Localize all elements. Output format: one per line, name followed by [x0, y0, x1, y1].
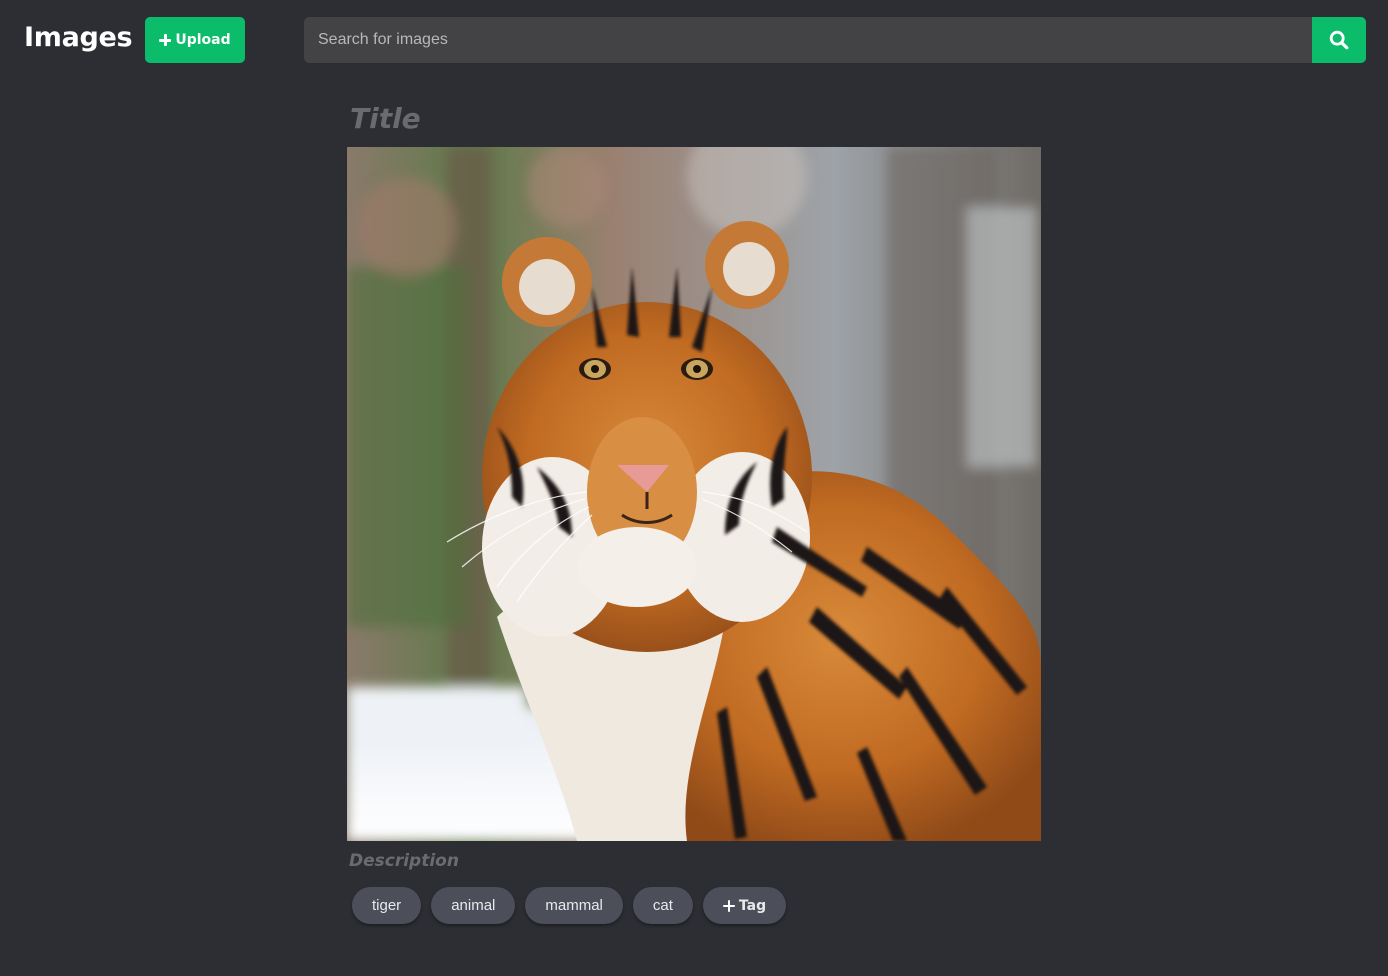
tag-chip[interactable]: mammal: [525, 887, 623, 924]
add-tag-label: Tag: [738, 897, 767, 914]
upload-button[interactable]: Upload: [145, 17, 245, 63]
tiger-photo: [347, 147, 1041, 841]
upload-button-label: Upload: [175, 32, 231, 48]
tag-chip[interactable]: animal: [431, 887, 516, 924]
add-tag-button[interactable]: Tag: [702, 887, 787, 924]
search-input[interactable]: [304, 17, 1312, 63]
plus-icon: [722, 899, 735, 912]
tag-list: tiger animal mammal cat Tag: [352, 887, 787, 924]
app-title[interactable]: Images: [24, 22, 133, 53]
top-bar: Images Upload: [0, 0, 1388, 80]
search-bar: [304, 17, 1366, 63]
plus-icon: [159, 34, 172, 46]
image-description-field[interactable]: Description: [349, 851, 459, 871]
image-title-field[interactable]: Title: [350, 102, 421, 135]
tag-chip[interactable]: cat: [632, 887, 693, 924]
search-icon: [1329, 30, 1349, 50]
tag-chip[interactable]: tiger: [352, 887, 422, 924]
search-button[interactable]: [1312, 17, 1366, 63]
